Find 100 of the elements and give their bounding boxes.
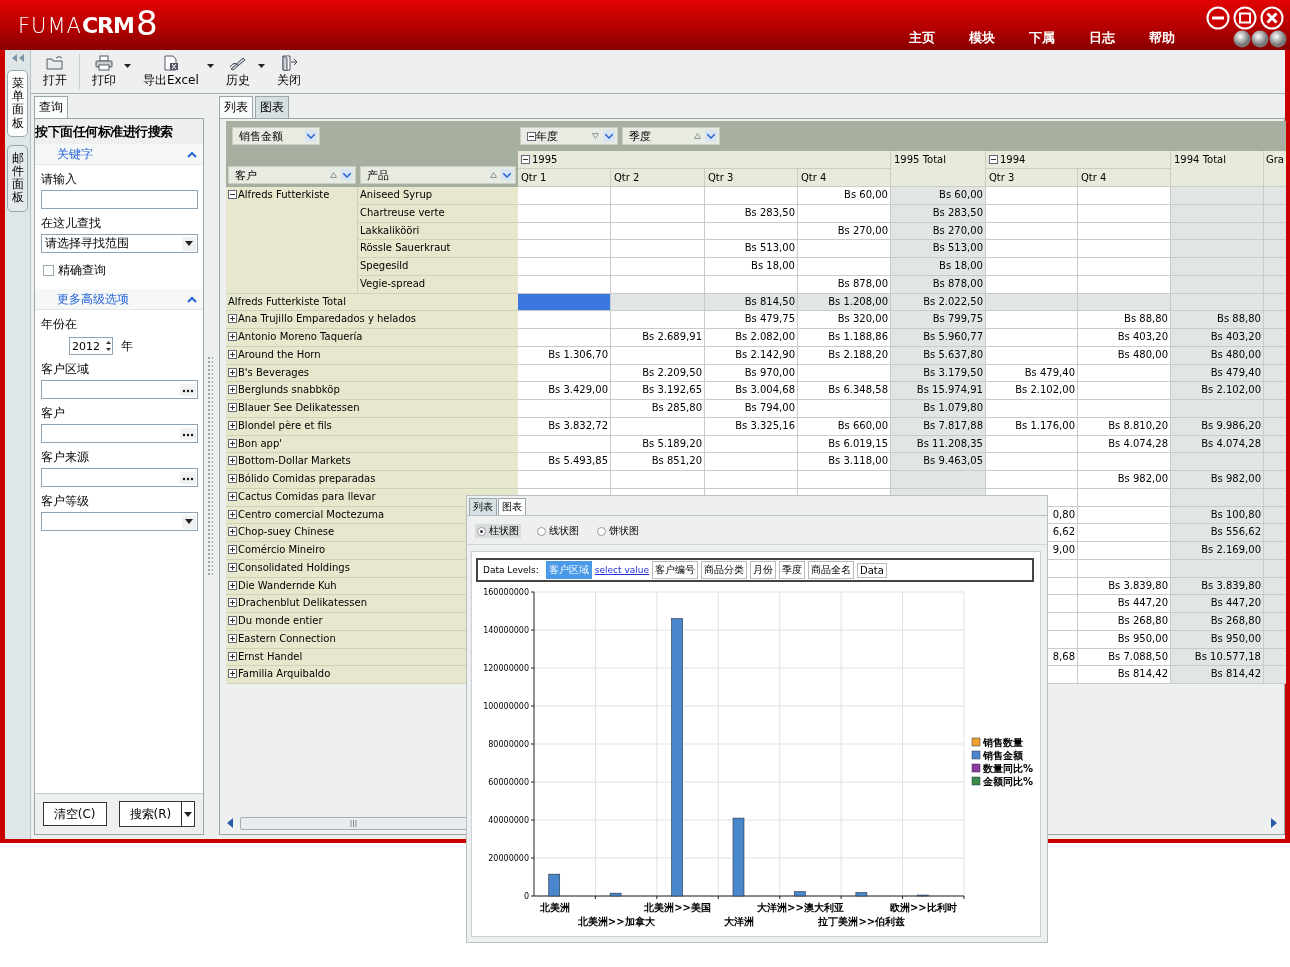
toolbar-button[interactable]: 导出Excel <box>137 54 205 89</box>
toolbar-button[interactable]: 关闭 <box>270 54 307 89</box>
expand-icon[interactable] <box>228 669 237 679</box>
axis-tick-label: 120000000 <box>483 664 529 673</box>
panel-title: 按下面任何标准进行搜索 <box>35 119 203 144</box>
expand-icon[interactable] <box>228 438 237 448</box>
checkbox[interactable] <box>43 265 54 276</box>
expand-icon[interactable] <box>228 633 237 643</box>
collapse-chevron-icon[interactable] <box>187 295 197 303</box>
expand-icon[interactable] <box>228 456 237 466</box>
expand-icon[interactable] <box>228 616 237 625</box>
exit-door-icon <box>279 54 298 71</box>
nav-link[interactable]: 下属 <box>1025 29 1059 47</box>
splitter-handle[interactable] <box>207 356 213 576</box>
table-cell: Bs 283,50 <box>705 204 798 223</box>
select-value-link[interactable]: select value <box>594 565 649 575</box>
select-field[interactable]: 请选择寻找范围 <box>41 234 198 253</box>
table-cell: Bs 5.493,85 <box>518 453 611 471</box>
collapse-icon[interactable] <box>228 190 237 199</box>
expand-icon[interactable] <box>228 420 237 430</box>
view-tab[interactable]: 列表 <box>219 96 253 118</box>
minimize-icon[interactable] <box>1206 6 1230 30</box>
expand-icon[interactable] <box>228 580 237 590</box>
view-tab[interactable]: 图表 <box>255 96 289 118</box>
toolbar-button[interactable]: 打开 <box>37 54 73 89</box>
search-split-button[interactable]: 搜索(R) <box>118 801 196 827</box>
level-chip[interactable]: 商品全名 <box>808 561 854 579</box>
caret-icon[interactable] <box>257 63 265 68</box>
spinner-arrows-icon[interactable] <box>105 340 112 352</box>
column-field-button[interactable]: 年度 <box>520 127 618 145</box>
legend-label: 金额同比% <box>983 776 1034 787</box>
expand-icon[interactable] <box>228 332 237 341</box>
radio-label: 线状图 <box>549 524 579 538</box>
toolbar-button[interactable]: 打印 <box>86 54 122 89</box>
toolbar-button[interactable]: 历史 <box>219 54 256 89</box>
expand-icon[interactable] <box>228 491 237 501</box>
expand-icon[interactable] <box>228 527 237 537</box>
picker-field[interactable] <box>41 424 198 443</box>
scroll-right-icon[interactable] <box>1270 818 1278 828</box>
nav-link[interactable]: 日志 <box>1085 29 1119 47</box>
view-tab[interactable]: 图表 <box>498 498 526 515</box>
customer-name: Blondel père et fils <box>238 419 332 431</box>
side-tab[interactable]: 菜单面板 <box>7 70 28 137</box>
caret-icon[interactable] <box>206 63 214 68</box>
panel-tab[interactable]: 查询 <box>34 96 68 118</box>
table-cell <box>1264 471 1286 489</box>
clear-button[interactable]: 清空(C) <box>42 802 107 826</box>
side-tab[interactable]: 邮件面板 <box>7 144 28 212</box>
section-header[interactable]: 关键字 <box>35 144 203 165</box>
expand-icon[interactable] <box>228 598 237 608</box>
level-chip[interactable]: Data <box>857 562 887 578</box>
expand-icon[interactable] <box>228 367 237 377</box>
year-spinner[interactable]: 2012 <box>69 337 113 355</box>
nav-link[interactable]: 帮助 <box>1145 29 1179 47</box>
nav-link[interactable]: 模块 <box>965 29 999 47</box>
section-header[interactable]: 更多高级选项 <box>35 289 203 310</box>
bar <box>917 894 929 897</box>
axis-tick-label: 20000000 <box>488 854 529 863</box>
radio-button[interactable] <box>477 526 486 536</box>
view-tab[interactable]: 列表 <box>469 498 497 515</box>
nav-link[interactable]: 主页 <box>905 29 939 47</box>
close-icon[interactable] <box>1260 6 1284 30</box>
scroll-left-icon[interactable] <box>226 818 234 828</box>
radio-button[interactable] <box>537 526 546 536</box>
picker-field[interactable] <box>41 468 198 487</box>
collapse-icon[interactable] <box>521 155 530 164</box>
expand-icon[interactable] <box>228 545 237 554</box>
collapse-icon[interactable] <box>527 132 536 141</box>
expand-icon[interactable] <box>228 385 237 395</box>
scrollbar-thumb[interactable] <box>240 816 468 830</box>
expand-icon[interactable] <box>228 403 237 412</box>
maximize-icon[interactable] <box>1233 6 1257 30</box>
text-input-field[interactable] <box>41 190 198 209</box>
row-header-cell: Rössle Sauerkraut <box>358 240 518 258</box>
table-cell: Bs 851,20 <box>611 453 705 471</box>
radio-label: 柱状图 <box>489 524 519 538</box>
more-icon[interactable] <box>180 471 196 484</box>
expand-icon[interactable] <box>228 349 237 359</box>
legend-label: 数量同比% <box>983 763 1034 774</box>
picker-field[interactable] <box>41 380 198 399</box>
radio-button[interactable] <box>597 526 606 536</box>
expand-icon[interactable] <box>228 651 237 661</box>
level-chip[interactable]: 客户编号 <box>652 561 698 579</box>
expand-icon[interactable] <box>228 509 237 519</box>
select-field[interactable] <box>41 512 198 531</box>
caret-icon[interactable] <box>124 63 131 68</box>
expand-icon[interactable] <box>228 562 237 572</box>
expand-icon[interactable] <box>228 314 237 324</box>
collapse-icon[interactable] <box>989 155 998 164</box>
level-chip[interactable]: 商品分类 <box>701 561 747 579</box>
more-icon[interactable] <box>180 383 196 396</box>
more-icon[interactable] <box>180 427 196 440</box>
level-chip[interactable]: 月份 <box>750 561 776 579</box>
data-field-button[interactable]: 销售金额 <box>232 127 320 145</box>
expand-icon[interactable] <box>228 474 237 483</box>
spreadsheet-icon <box>161 54 180 71</box>
customer-name: Drachenblut Delikatessen <box>238 597 367 609</box>
collapse-chevron-icon[interactable] <box>187 150 197 158</box>
table-cell <box>1264 666 1286 684</box>
level-chip[interactable]: 季度 <box>779 561 805 579</box>
